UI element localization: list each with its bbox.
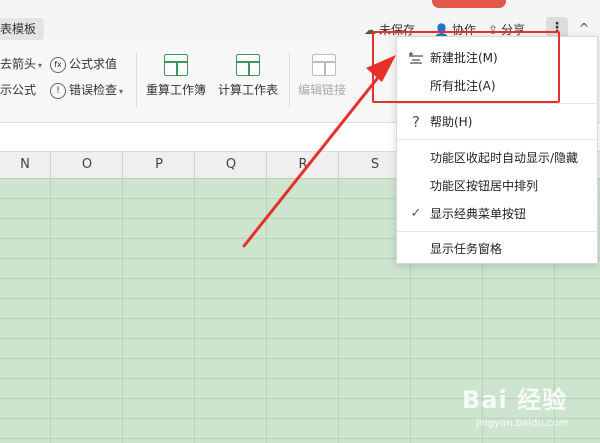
- annotation-arrow: [242, 55, 396, 248]
- baidu-watermark: Bai 经验 jingyan.baidu.com: [462, 386, 569, 429]
